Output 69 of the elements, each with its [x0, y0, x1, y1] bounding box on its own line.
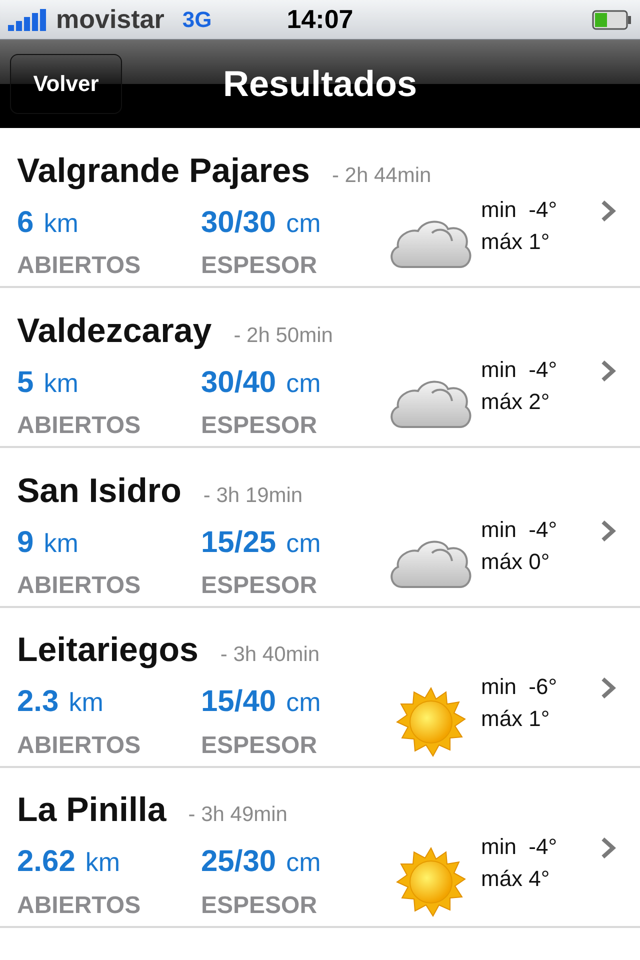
travel-time: - 3h 40min	[220, 642, 320, 666]
network-type: 3G	[182, 6, 212, 32]
battery-icon	[592, 8, 632, 30]
cm-unit: cm	[286, 686, 321, 718]
sun-icon	[396, 847, 466, 917]
max-temperature: máx 1°	[481, 228, 551, 255]
open-km-value: 9	[17, 526, 34, 560]
chevron-icon	[600, 518, 616, 543]
open-km-value: 6	[17, 206, 34, 240]
max-temperature: máx 4°	[481, 866, 551, 892]
open-km-value: 2.62	[17, 844, 76, 878]
resort-name: Valdezcaray	[17, 312, 212, 351]
snow-depth-value: 15/25	[201, 526, 276, 560]
open-label: ABIERTOS	[17, 572, 142, 600]
open-label: ABIERTOS	[17, 252, 142, 280]
max-temperature: máx 2°	[481, 388, 551, 415]
travel-time: - 3h 19min	[203, 484, 303, 508]
resort-name: Valgrande Pajares	[17, 152, 310, 191]
snow-depth-value: 30/40	[201, 366, 276, 400]
result-row[interactable]: Leitariegos - 3h 40min 2.3 km 15/40 cm min -6° máx 1° ABIERTOS ESPESOR	[0, 608, 640, 768]
travel-time: - 2h 44min	[332, 164, 432, 188]
km-unit: km	[68, 686, 104, 718]
depth-label: ESPESOR	[201, 732, 318, 760]
open-km-value: 2.3	[17, 684, 59, 718]
cm-unit: cm	[286, 208, 321, 240]
signal-icon	[8, 8, 48, 30]
chevron-icon	[600, 358, 616, 383]
travel-time: - 3h 49min	[188, 802, 288, 826]
open-label: ABIERTOS	[17, 412, 142, 440]
min-temperature: min -4°	[481, 356, 558, 383]
km-unit: km	[44, 528, 78, 560]
depth-label: ESPESOR	[201, 572, 318, 600]
snow-depth-value: 25/30	[201, 844, 276, 878]
min-temperature: min -4°	[481, 834, 558, 860]
result-row[interactable]: San Isidro - 3h 19min 9 km 15/25 cm min -4° máx 0° ABIERTOS ESPESOR	[0, 448, 640, 608]
cm-unit: cm	[286, 846, 321, 878]
min-temperature: min -6°	[481, 674, 558, 700]
chevron-icon	[600, 198, 616, 223]
screen-title: Resultados	[222, 63, 418, 105]
sun-icon	[396, 687, 466, 757]
open-label: ABIERTOS	[17, 732, 142, 760]
clock-time: 14:07	[286, 4, 354, 35]
km-unit: km	[44, 208, 78, 240]
chevron-icon	[600, 836, 616, 860]
cm-unit: cm	[286, 528, 321, 560]
open-km-value: 5	[17, 366, 34, 400]
open-label: ABIERTOS	[17, 892, 142, 920]
chevron-icon	[600, 676, 616, 700]
carrier-name: movistar	[56, 4, 164, 35]
snow-depth-value: 15/40	[201, 684, 276, 718]
max-temperature: máx 1°	[481, 706, 551, 732]
travel-time: - 2h 50min	[234, 324, 333, 348]
depth-label: ESPESOR	[201, 412, 318, 440]
max-temperature: máx 0°	[481, 548, 551, 575]
snow-depth-value: 30/30	[201, 206, 276, 240]
min-temperature: min -4°	[481, 516, 558, 543]
depth-label: ESPESOR	[201, 252, 318, 280]
depth-label: ESPESOR	[201, 892, 318, 920]
km-unit: km	[85, 846, 120, 878]
result-row[interactable]: Valdezcaray - 2h 50min 5 km 30/40 cm min -4° máx 2° ABIERTOS ESPESOR	[0, 288, 640, 448]
cm-unit: cm	[286, 368, 321, 400]
resort-name: La Pinilla	[17, 790, 166, 830]
resort-name: Leitariegos	[17, 630, 198, 670]
km-unit: km	[44, 368, 78, 400]
back-button[interactable]: Volver	[10, 54, 122, 114]
result-row[interactable]: La Pinilla - 3h 49min 2.62 km 25/30 cm min -4° máx 4° ABIERTOS ESPESOR	[0, 768, 640, 928]
min-temperature: min -4°	[481, 196, 558, 223]
resort-name: San Isidro	[17, 472, 182, 511]
result-row[interactable]: Valgrande Pajares - 2h 44min 6 km 30/30 cm min -4° máx 1° ABIERTOS ESPESOR	[0, 128, 640, 288]
